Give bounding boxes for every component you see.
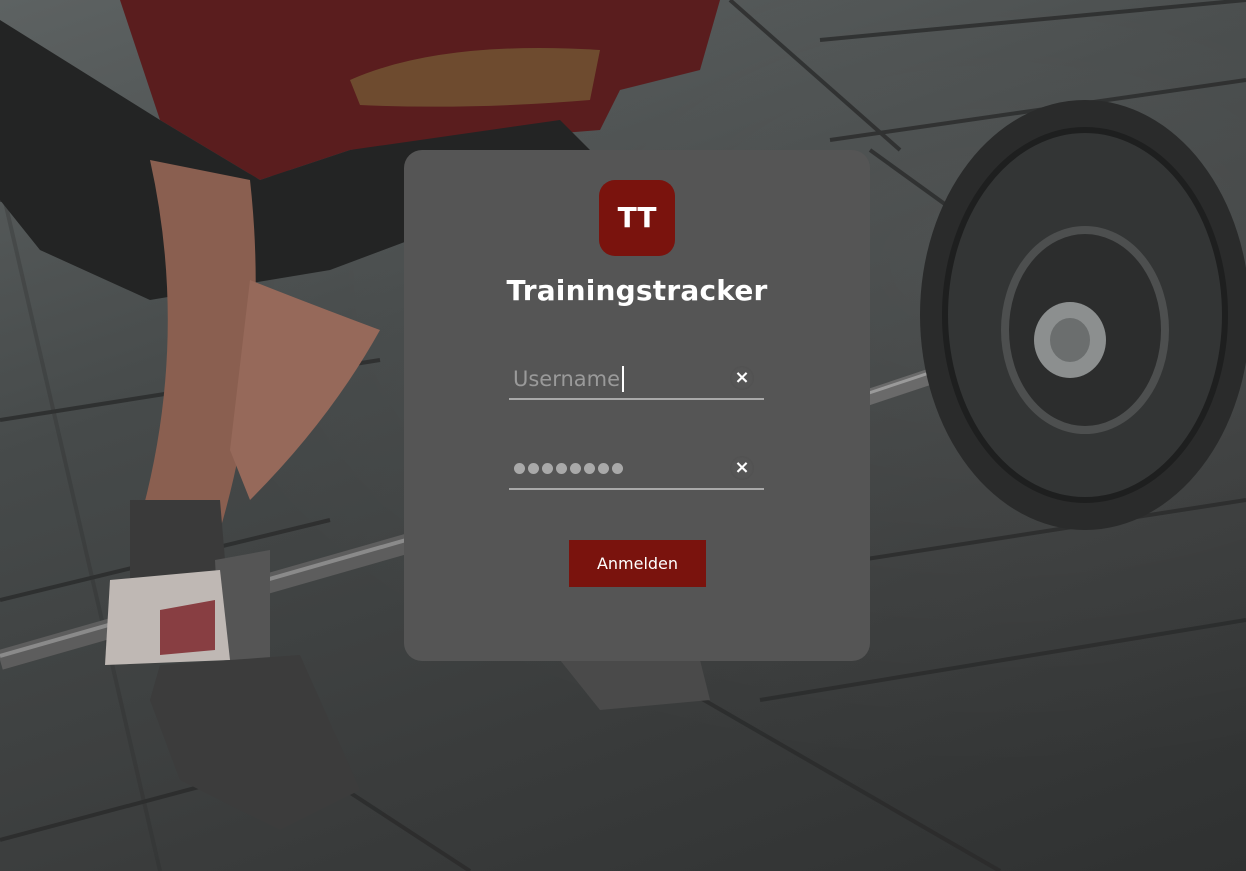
password-field[interactable]: × [509,452,764,490]
password-mask [514,463,623,474]
password-mask-dot [598,463,609,474]
login-button[interactable]: Anmelden [569,540,706,587]
username-field: × [509,362,764,400]
password-mask-dot [612,463,623,474]
password-mask-dot [570,463,581,474]
username-clear-button close-icon[interactable]: × [730,366,754,390]
password-mask-dot [514,463,525,474]
password-clear-button close-icon[interactable]: × [730,456,754,480]
text-caret [622,366,624,392]
password-mask-dot [528,463,539,474]
app-title: Trainingstracker [506,274,768,307]
app-logo: TT [599,180,675,256]
login-card: TT Trainingstracker × × Anmelden [404,150,870,661]
password-mask-dot [584,463,595,474]
password-mask-dot [556,463,567,474]
username-input[interactable] [513,364,723,394]
password-mask-dot [542,463,553,474]
